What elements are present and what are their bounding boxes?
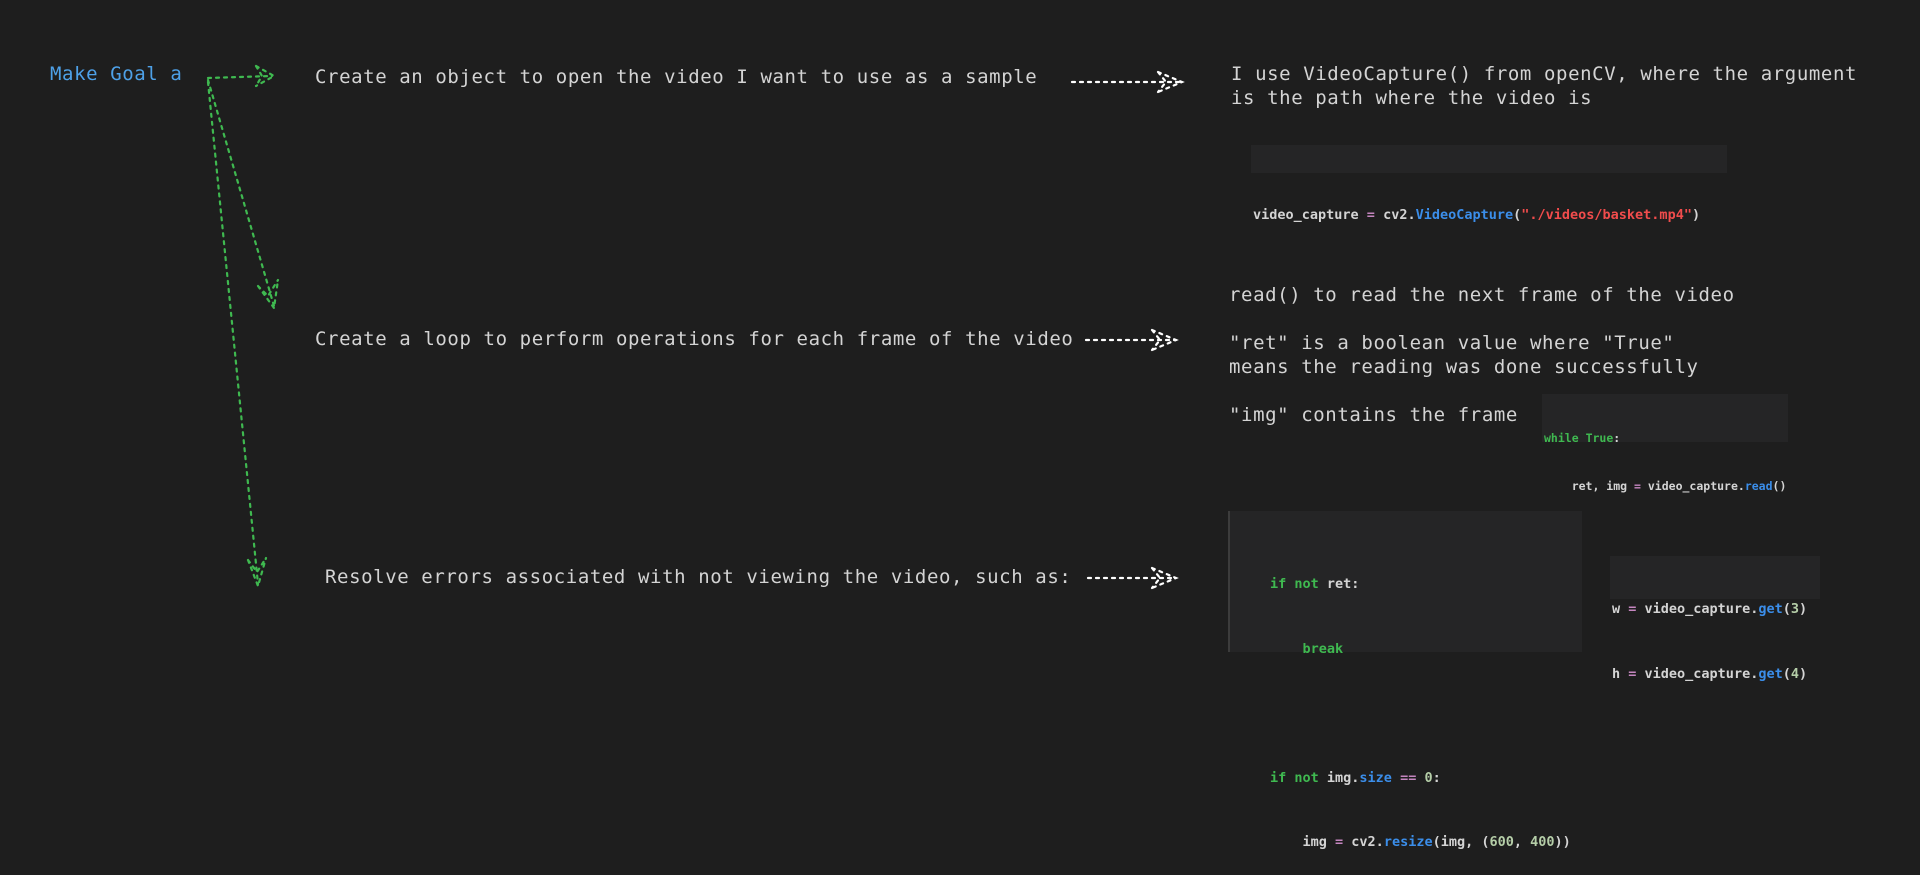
step2-note-line3: means the reading was done successfully bbox=[1229, 356, 1699, 378]
step2-note-line1: read() to read the next frame of the vid… bbox=[1229, 284, 1735, 306]
code-token: size bbox=[1359, 769, 1392, 786]
code-token: "./videos/basket.mp4" bbox=[1521, 207, 1692, 223]
code-token: = bbox=[1366, 207, 1375, 223]
code-token: ) bbox=[1691, 207, 1701, 223]
code-line: img = cv2.resize(img, (600, 400)) bbox=[1270, 832, 1582, 854]
step1-note-line1: I use VideoCapture() from openCV, where … bbox=[1231, 63, 1858, 85]
step3-title: Resolve errors associated with not viewi… bbox=[325, 566, 1072, 588]
step2-arrow-head bbox=[1150, 328, 1179, 352]
code-token: resize bbox=[1383, 834, 1433, 850]
code-token: : bbox=[1613, 431, 1621, 445]
code-token: not bbox=[1286, 576, 1319, 592]
code-token: get bbox=[1758, 665, 1783, 682]
code-token: )) bbox=[1554, 834, 1571, 850]
code-token: , bbox=[1513, 834, 1531, 850]
code-token: video_capture. bbox=[1636, 665, 1759, 682]
code-line: break bbox=[1270, 639, 1582, 661]
code-token: ret, img bbox=[1544, 479, 1635, 493]
code-token: True bbox=[1585, 431, 1614, 445]
code-token: = bbox=[1634, 479, 1641, 493]
goal-arrow-3-head bbox=[246, 556, 268, 590]
goal-arrow-3 bbox=[206, 80, 260, 586]
code-token: 3 bbox=[1790, 601, 1799, 617]
code-line: if not ret: bbox=[1270, 574, 1582, 596]
code-token: get bbox=[1758, 601, 1783, 617]
goal-label: Make Goal a bbox=[50, 63, 183, 85]
goal-arrow-2-head bbox=[256, 278, 280, 311]
code-token: img. bbox=[1318, 769, 1360, 786]
code-token: cv2. bbox=[1343, 834, 1384, 850]
code-token: ) bbox=[1799, 665, 1808, 682]
code-token: video_capture. bbox=[1636, 601, 1759, 617]
code-token: video_capture bbox=[1253, 207, 1367, 223]
code-token: while bbox=[1544, 431, 1579, 445]
code-token: 600 bbox=[1489, 834, 1514, 850]
step2-code-block: while True: ret, img = video_capture.rea… bbox=[1542, 394, 1788, 493]
code-token: if bbox=[1270, 576, 1287, 592]
code-token: = bbox=[1335, 834, 1344, 850]
step2-note-line4: "img" contains the frame bbox=[1229, 404, 1518, 426]
code-token: ret: bbox=[1318, 576, 1360, 592]
code-token: break bbox=[1270, 640, 1344, 657]
step1-note-line2: is the path where the video is bbox=[1231, 87, 1593, 109]
code-token: == bbox=[1400, 769, 1417, 786]
step2-title: Create a loop to perform operations for … bbox=[315, 328, 1074, 350]
code-line: video_capture = cv2.VideoCapture("./vide… bbox=[1253, 201, 1727, 229]
code-token: h bbox=[1612, 665, 1629, 682]
code-token: cv2. bbox=[1374, 207, 1416, 223]
code-token: 0 bbox=[1424, 769, 1433, 786]
code-token: ( bbox=[1782, 601, 1791, 617]
code-token: ) bbox=[1799, 601, 1808, 617]
step3-size-code-block: w = video_capture.get(3) h = video_captu… bbox=[1610, 556, 1820, 682]
code-line: h = video_capture.get(4) bbox=[1612, 664, 1820, 686]
code-token: 400 bbox=[1530, 834, 1555, 850]
step1-title: Create an object to open the video I wan… bbox=[315, 66, 1038, 88]
code-line: ret, img = video_capture.read() bbox=[1544, 478, 1788, 494]
code-token: video_capture. bbox=[1640, 479, 1745, 493]
code-token: 4 bbox=[1790, 665, 1799, 682]
code-token: if bbox=[1270, 769, 1287, 786]
code-token: () bbox=[1772, 479, 1787, 493]
code-token: ( bbox=[1782, 665, 1791, 682]
goal-arrow-2 bbox=[206, 78, 276, 308]
step1-code-block: video_capture = cv2.VideoCapture("./vide… bbox=[1251, 145, 1727, 223]
step2-note-line2: "ret" is a boolean value where "True" bbox=[1229, 332, 1675, 354]
code-token: (img, ( bbox=[1432, 834, 1490, 850]
step3-code-block: if not ret: break if not img.size == 0: … bbox=[1228, 511, 1582, 850]
goal-arrow-1 bbox=[206, 74, 274, 80]
code-token: img bbox=[1270, 834, 1336, 850]
code-line: while True: bbox=[1544, 430, 1788, 446]
code-line: if not img.size == 0: bbox=[1270, 768, 1582, 790]
code-token: VideoCapture bbox=[1415, 207, 1514, 223]
code-token: : bbox=[1432, 769, 1441, 786]
code-token: w bbox=[1612, 601, 1629, 617]
code-token: read bbox=[1744, 479, 1773, 493]
code-token: not bbox=[1286, 769, 1319, 786]
code-line: w = video_capture.get(3) bbox=[1612, 599, 1820, 621]
